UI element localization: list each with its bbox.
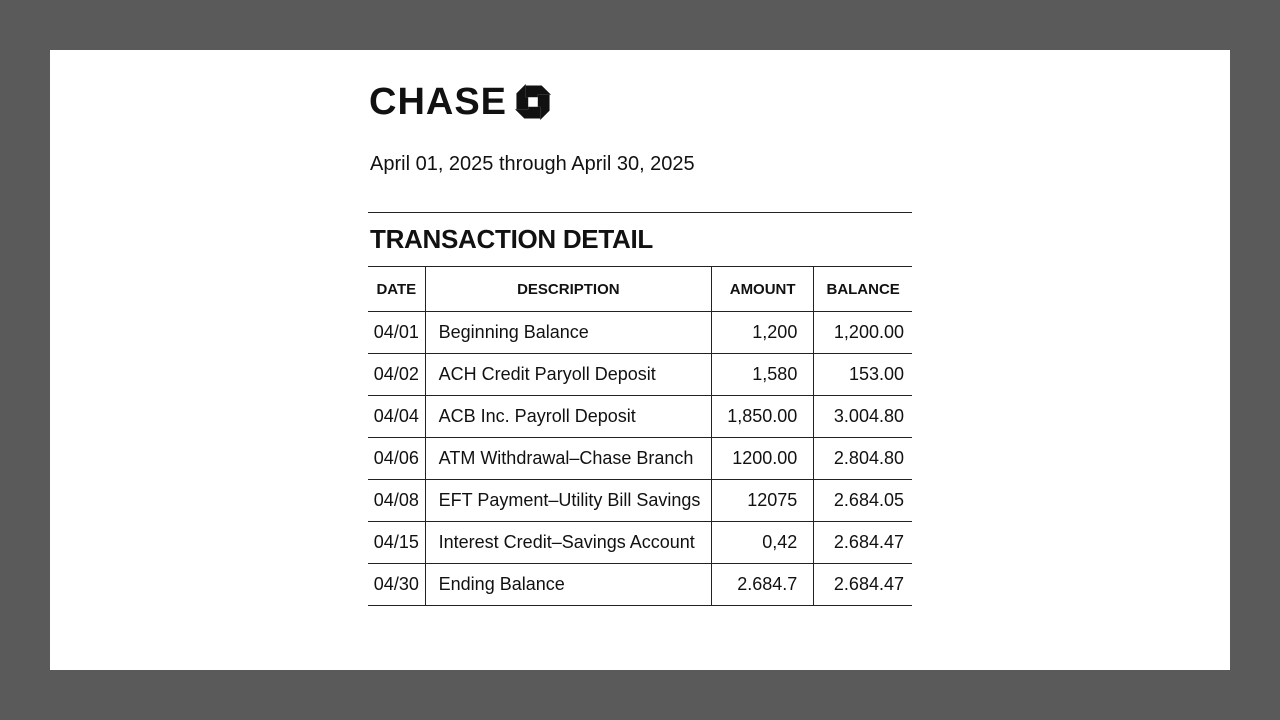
- row-amount: 1200.00: [711, 437, 815, 480]
- transaction-table: DATE DESCRIPTION AMOUNT BALANCE 04/01 Be…: [368, 266, 912, 606]
- row-balance: 3.004.80: [813, 395, 912, 438]
- section-title: TRANSACTION DETAIL: [370, 224, 653, 254]
- bank-name: CHASE: [369, 81, 508, 123]
- row-date: 04/30: [368, 563, 426, 606]
- row-amount: 1,850.00: [711, 395, 815, 438]
- row-description: Beginning Balance: [425, 311, 712, 354]
- row-date: 04/01: [368, 311, 426, 354]
- row-description: ACB Inc. Payroll Deposit: [425, 395, 712, 438]
- row-description: ACH Credit Paryoll Deposit: [425, 353, 712, 396]
- header-amount: AMOUNT: [711, 266, 815, 312]
- table-row: 04/01 Beginning Balance 1,200 1,200.00: [368, 311, 912, 354]
- row-date: 04/02: [368, 353, 426, 396]
- row-date: 04/08: [368, 479, 426, 522]
- statement-page: CHASE April 01, 2025 through April 30, 2…: [50, 50, 1230, 670]
- header-balance: BALANCE: [813, 266, 912, 312]
- table-row: 04/08 EFT Payment–Utility Bill Savings 1…: [368, 479, 912, 522]
- row-date: 04/06: [368, 437, 426, 480]
- chase-logo: CHASE: [369, 81, 552, 123]
- table-row: 04/15 Interest Credit–Savings Account 0,…: [368, 521, 912, 564]
- row-amount: 1,580: [711, 353, 815, 396]
- table-row: 04/06 ATM Withdrawal–Chase Branch 1200.0…: [368, 437, 912, 480]
- row-balance: 2.684.47: [813, 521, 912, 564]
- table-row: 04/30 Ending Balance 2.684.7 2.684.47: [368, 563, 912, 606]
- table-header-row: DATE DESCRIPTION AMOUNT BALANCE: [368, 266, 912, 312]
- row-date: 04/04: [368, 395, 426, 438]
- row-amount: 2.684.7: [711, 563, 815, 606]
- statement-period: April 01, 2025 through April 30, 2025: [370, 153, 695, 175]
- row-description: ATM Withdrawal–Chase Branch: [425, 437, 712, 480]
- row-description: Interest Credit–Savings Account: [425, 521, 712, 564]
- row-balance: 2.684.05: [813, 479, 912, 522]
- row-balance: 1,200.00: [813, 311, 912, 354]
- chase-octagon-icon: [515, 84, 552, 120]
- table-row: 04/04 ACB Inc. Payroll Deposit 1,850.00 …: [368, 395, 912, 438]
- row-balance: 153.00: [813, 353, 912, 396]
- row-balance: 2.804.80: [813, 437, 912, 480]
- row-description: EFT Payment–Utility Bill Savings: [425, 479, 712, 522]
- row-amount: 12075: [711, 479, 815, 522]
- header-date: DATE: [368, 266, 426, 312]
- row-amount: 0,42: [711, 521, 815, 564]
- header-description: DESCRIPTION: [425, 266, 712, 312]
- section-divider: [368, 212, 912, 213]
- row-amount: 1,200: [711, 311, 815, 354]
- row-date: 04/15: [368, 521, 426, 564]
- row-description: Ending Balance: [425, 563, 712, 606]
- row-balance: 2.684.47: [813, 563, 912, 606]
- table-row: 04/02 ACH Credit Paryoll Deposit 1,580 1…: [368, 353, 912, 396]
